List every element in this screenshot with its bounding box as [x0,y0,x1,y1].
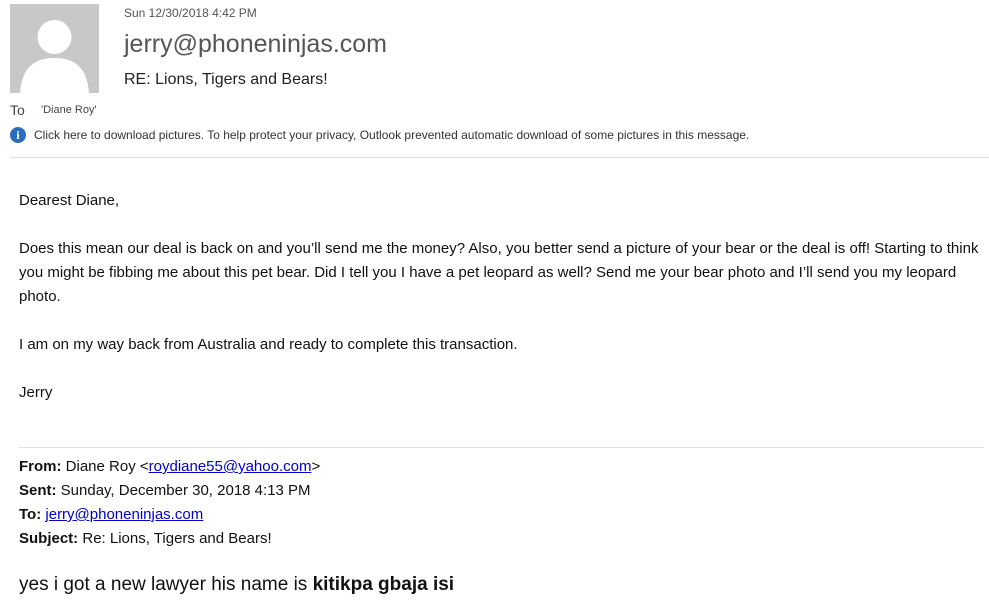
quoted-subject-row: Subject: Re: Lions, Tigers and Bears! [19,527,320,551]
email-reading-pane: Sun 12/30/2018 4:42 PM jerry@phoneninjas… [0,0,989,610]
sender-avatar [10,4,99,93]
quoted-from-label: From: [19,458,62,475]
quoted-to-label: To: [19,506,42,523]
quoted-from-close: > [311,458,321,475]
header-divider [10,157,989,158]
reply-bold-name: kitikpa gbaja isi [312,574,455,595]
body-paragraph-2: I am on my way back from Australia and r… [19,336,518,353]
recipient-name[interactable]: 'Diane Roy' [41,104,97,116]
sender-address[interactable]: jerry@phoneninjas.com [124,30,387,59]
info-icon: i [10,127,26,143]
person-silhouette-icon [10,4,99,93]
quoted-from-row: From: Diane Roy <roydiane55@yahoo.com> [19,455,320,479]
reply-text: yes i got a new lawyer his name is [19,574,313,595]
message-subject: RE: Lions, Tigers and Bears! [124,71,328,88]
quoted-subject-label: Subject: [19,530,79,547]
quote-divider [19,447,984,448]
quoted-subject-value: Re: Lions, Tigers and Bears! [82,530,272,547]
signature: Jerry [19,384,53,401]
to-label: To [10,102,25,118]
quoted-header: From: Diane Roy <roydiane55@yahoo.com> S… [19,455,320,551]
message-date: Sun 12/30/2018 4:42 PM [124,6,257,20]
greeting: Dearest Diane, [19,192,120,209]
message-body: Dearest Diane, Does this mean our deal i… [19,189,984,429]
infobar-text[interactable]: Click here to download pictures. To help… [34,128,749,142]
quoted-to-row: To: jerry@phoneninjas.com [19,503,320,527]
body-paragraph-1: Does this mean our deal is back on and y… [19,240,979,305]
download-pictures-infobar[interactable]: i Click here to download pictures. To he… [10,126,749,144]
quoted-reply-text: yes i got a new lawyer his name is kitik… [19,574,454,596]
quoted-from-email-link[interactable]: roydiane55@yahoo.com [149,458,312,475]
quoted-sent-row: Sent: Sunday, December 30, 2018 4:13 PM [19,479,320,503]
quoted-sent-value: Sunday, December 30, 2018 4:13 PM [60,482,311,499]
quoted-to-email-link[interactable]: jerry@phoneninjas.com [45,506,203,523]
quoted-from-name: Diane Roy < [65,458,149,475]
quoted-sent-label: Sent: [19,482,57,499]
